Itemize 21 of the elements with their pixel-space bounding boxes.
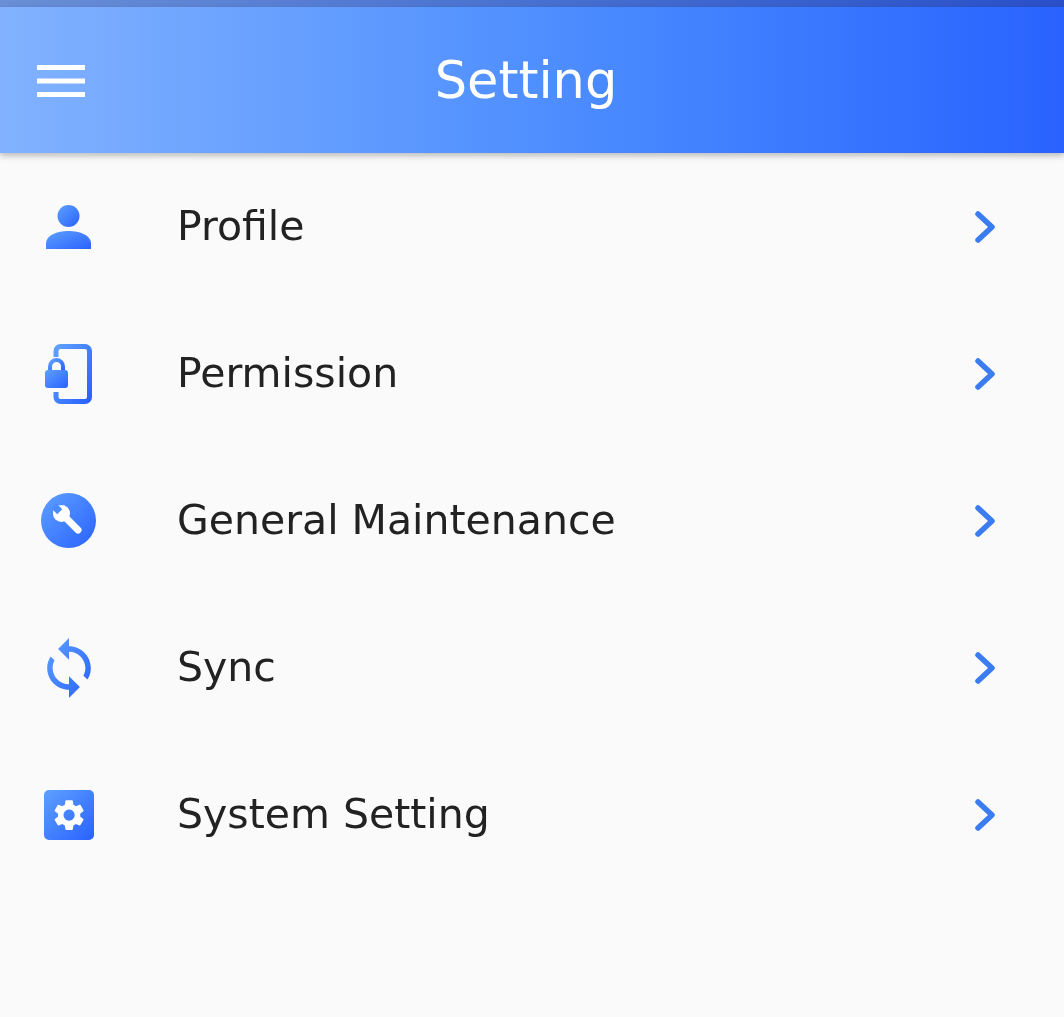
gear-icon bbox=[43, 789, 94, 840]
settings-menu-item[interactable]: Sync bbox=[0, 594, 1064, 741]
settings-menu-item[interactable]: Profile bbox=[0, 153, 1064, 300]
menu-item-label: General Maintenance bbox=[177, 500, 616, 541]
settings-menu-item[interactable]: System Setting bbox=[0, 741, 1064, 888]
settings-menu-item[interactable]: Permission bbox=[0, 300, 1064, 447]
chevron-right-icon bbox=[975, 651, 996, 684]
menu-item-label: System Setting bbox=[177, 794, 490, 835]
chevron-right-icon bbox=[975, 210, 996, 243]
menu-item-label: Permission bbox=[177, 353, 399, 394]
wrench-icon bbox=[41, 493, 96, 548]
settings-menu-item[interactable]: General Maintenance bbox=[0, 447, 1064, 594]
chevron-right-icon bbox=[975, 798, 996, 831]
chevron-right-icon bbox=[975, 357, 996, 390]
menu-icon bbox=[37, 65, 85, 97]
person-icon bbox=[46, 204, 91, 249]
chevron-right-icon bbox=[975, 504, 996, 537]
menu-item-label: Profile bbox=[177, 206, 305, 247]
menu-item-label: Sync bbox=[177, 647, 276, 688]
phone-lock-icon bbox=[45, 343, 92, 404]
sync-icon bbox=[46, 637, 91, 698]
